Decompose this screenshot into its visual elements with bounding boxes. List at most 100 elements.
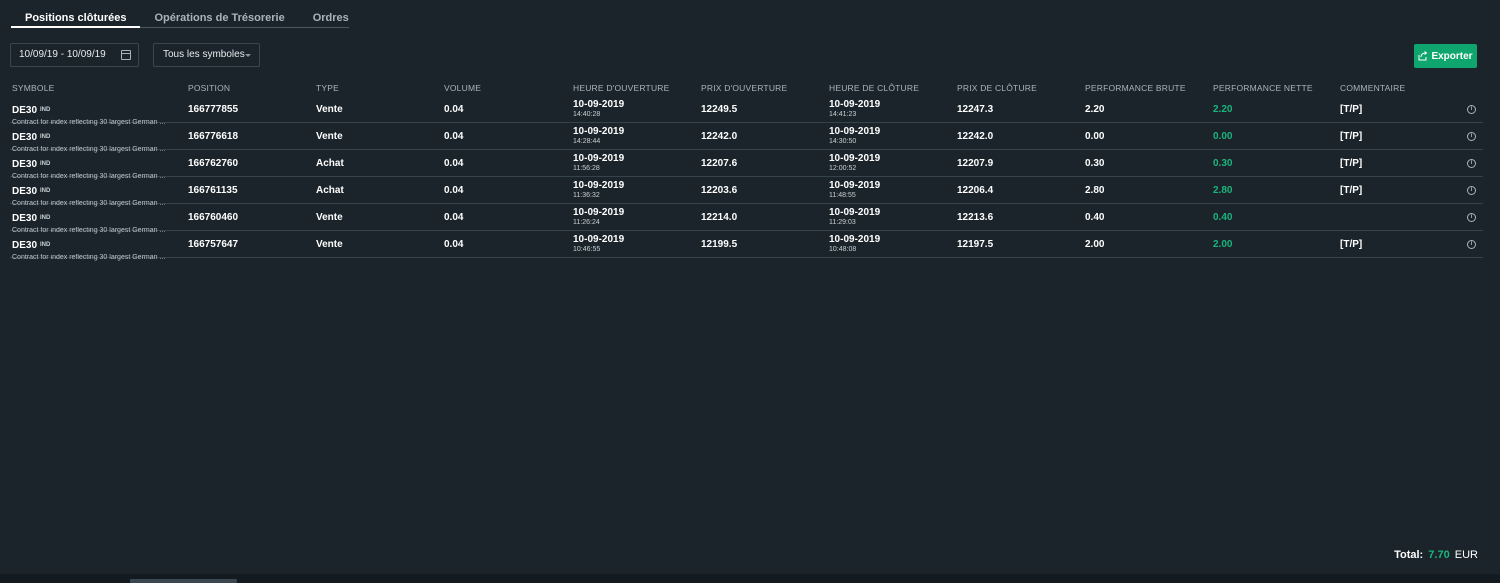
close-time: 11:29:03 [829,219,856,226]
symbol-name: DE30 [12,213,38,224]
info-icon[interactable]: i [1467,159,1476,168]
tab-closed-positions[interactable]: Positions clôturées [11,11,141,28]
symbol-type-tag: IND [40,188,51,194]
info-icon[interactable]: i [1467,186,1476,195]
close-price: 12206.4 [957,185,994,196]
position-id: 166757647 [188,239,239,250]
gross-performance: 2.00 [1085,239,1105,250]
comment: [T/P] [1340,185,1363,196]
total-label: Total: [1394,549,1424,561]
info-icon[interactable]: i [1467,240,1476,249]
open-price: 12199.5 [701,239,738,250]
open-time: 11:36:32 [573,192,600,199]
volume: 0.04 [444,212,464,223]
volume: 0.04 [444,239,464,250]
bottom-scroll-thumb[interactable] [130,579,237,583]
net-performance: 0.30 [1213,158,1233,169]
position-id: 166776618 [188,131,239,142]
symbol-type-tag: IND [40,215,51,221]
info-icon[interactable]: i [1467,105,1476,114]
table-header: SYMBOLE POSITION TYPE VOLUME HEURE D'OUV… [10,80,1483,96]
table-row[interactable]: DE30 IND Contract for index reflecting 30 … [10,204,1483,234]
gross-performance: 0.40 [1085,212,1105,223]
export-button[interactable]: Exporter [1414,44,1477,68]
net-performance: 0.00 [1213,131,1233,142]
tab-orders[interactable]: Ordres [299,11,363,27]
open-price: 12203.6 [701,185,738,196]
symbol-name: DE30 [12,105,38,116]
open-price: 12214.0 [701,212,738,223]
col-header-comment[interactable]: COMMENTAIRE [1340,83,1405,93]
open-datetime: 10-09-2019 11:56:28 [573,153,624,172]
tab-treasury-operations[interactable]: Opérations de Trésorerie [140,11,298,27]
info-icon[interactable]: i [1467,132,1476,141]
close-datetime: 10-09-2019 12:00:52 [829,153,880,172]
gross-performance: 0.00 [1085,131,1105,142]
table-row[interactable]: DE30 IND Contract for index reflecting 30 … [10,177,1483,207]
close-price: 12197.5 [957,239,994,250]
table-row[interactable]: DE30 IND Contract for index reflecting 30 … [10,96,1483,126]
col-header-gross-performance[interactable]: PERFORMANCE BRUTE [1085,83,1186,93]
table-row[interactable]: DE30 IND Contract for index reflecting 30 … [10,150,1483,180]
total-summary: Total: 7.70 EUR [1394,549,1478,561]
close-date: 10-09-2019 [829,126,881,137]
close-date: 10-09-2019 [829,180,881,191]
open-date: 10-09-2019 [573,126,625,137]
close-time: 14:30:50 [829,138,857,145]
col-header-open-time[interactable]: HEURE D'OUVERTURE [573,83,670,93]
col-header-volume[interactable]: VOLUME [444,83,481,93]
position-id: 166762760 [188,158,239,169]
col-header-net-performance[interactable]: PERFORMANCE NETTE [1213,83,1313,93]
close-date: 10-09-2019 [829,99,881,110]
symbol-type-tag: IND [40,161,51,167]
open-time: 14:40:28 [573,111,601,118]
table-row[interactable]: DE30 IND Contract for index reflecting 30 … [10,123,1483,153]
position-id: 166760460 [188,212,239,223]
table-row[interactable]: DE30 IND Contract for index reflecting 30 … [10,231,1483,261]
net-performance: 2.20 [1213,104,1233,115]
calendar-icon [121,50,131,60]
close-datetime: 10-09-2019 14:30:50 [829,126,880,145]
open-datetime: 10-09-2019 14:28:44 [573,126,624,145]
open-datetime: 10-09-2019 10:46:55 [573,234,624,253]
open-date: 10-09-2019 [573,180,625,191]
close-time: 11:48:55 [829,192,856,199]
symbol-name: DE30 [12,186,38,197]
close-date: 10-09-2019 [829,207,881,218]
close-datetime: 10-09-2019 11:48:55 [829,180,880,199]
close-date: 10-09-2019 [829,153,881,164]
col-header-close-price[interactable]: PRIX DE CLÔTURE [957,83,1037,93]
closed-positions-panel: Positions clôturées Opérations de Trésor… [0,0,1500,583]
net-performance: 2.80 [1213,185,1233,196]
date-range-picker[interactable]: 10/09/19 - 10/09/19 [10,43,139,67]
open-date: 10-09-2019 [573,153,625,164]
positions-table: SYMBOLE POSITION TYPE VOLUME HEURE D'OUV… [10,80,1483,261]
close-price: 12207.9 [957,158,994,169]
net-performance: 0.40 [1213,212,1233,223]
col-header-close-time[interactable]: HEURE DE CLÔTURE [829,83,919,93]
open-date: 10-09-2019 [573,207,625,218]
date-range-value: 10/09/19 - 10/09/19 [19,49,106,60]
table-body: DE30 IND Contract for index reflecting 30 … [10,96,1483,261]
comment: [T/P] [1340,158,1363,169]
net-performance: 2.00 [1213,239,1233,250]
col-header-position[interactable]: POSITION [188,83,230,93]
symbol-type-tag: IND [40,107,51,113]
open-datetime: 10-09-2019 11:36:32 [573,180,624,199]
info-icon[interactable]: i [1467,213,1476,222]
volume: 0.04 [444,158,464,169]
symbol-name: DE30 [12,240,38,251]
comment: [T/P] [1340,104,1363,115]
close-datetime: 10-09-2019 11:29:03 [829,207,880,226]
open-time: 11:56:28 [573,165,600,172]
comment: [T/P] [1340,131,1363,142]
open-datetime: 10-09-2019 11:26:24 [573,207,624,226]
symbol-select[interactable]: Tous les symboles [153,43,260,67]
open-date: 10-09-2019 [573,99,625,110]
col-header-open-price[interactable]: PRIX D'OUVERTURE [701,83,787,93]
col-header-type[interactable]: TYPE [316,83,339,93]
close-price: 12247.3 [957,104,994,115]
close-datetime: 10-09-2019 10:48:08 [829,234,880,253]
col-header-symbol[interactable]: SYMBOLE [12,83,55,93]
open-date: 10-09-2019 [573,234,625,245]
